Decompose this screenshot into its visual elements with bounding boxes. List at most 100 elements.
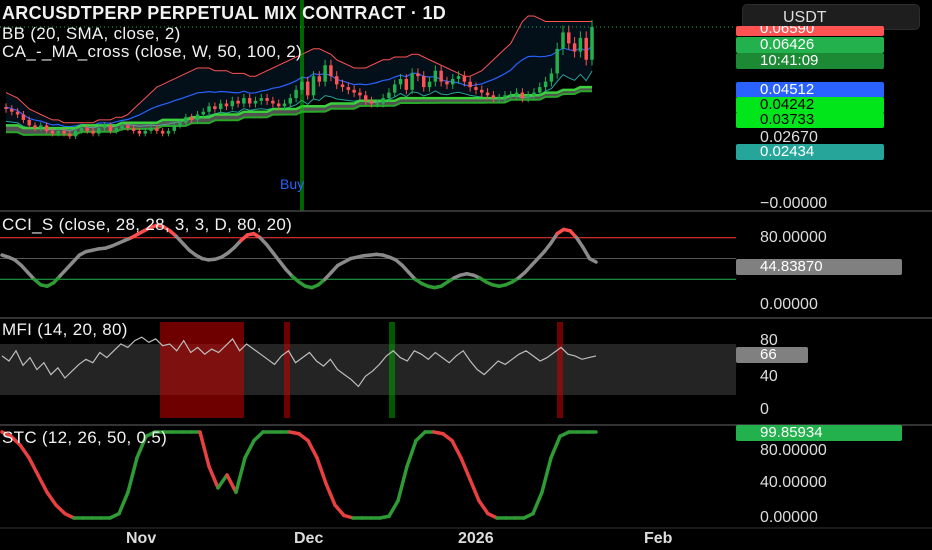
candle-body xyxy=(126,125,130,129)
stc-segment xyxy=(306,438,319,460)
stc-segment xyxy=(207,464,220,490)
stc-value-tag: 99.85934 xyxy=(736,425,902,441)
candle-body xyxy=(10,109,14,112)
candle-body xyxy=(79,128,84,131)
price-tag-high: 0.06590 xyxy=(736,26,884,36)
candle-body xyxy=(474,87,478,90)
mfi-legend[interactable]: MFI (14, 20, 80) xyxy=(2,320,128,339)
stc-segment xyxy=(315,456,328,486)
x-axis-dec: Dec xyxy=(294,530,324,547)
stc-segment xyxy=(225,473,238,494)
price-axis-zero: −0.00000 xyxy=(760,195,828,212)
stc-segment xyxy=(468,477,481,503)
candle-body xyxy=(15,111,20,115)
candle-body xyxy=(329,65,333,77)
candle-body xyxy=(584,37,588,60)
cci-value-tag: 44.83870 xyxy=(736,259,902,275)
candle-body xyxy=(398,78,403,85)
stc-axis-40: 40.00000 xyxy=(760,474,827,491)
mfi-axis-0: 0 xyxy=(760,401,769,418)
candle-body xyxy=(317,76,322,82)
candle-body xyxy=(509,95,513,97)
candle-body xyxy=(300,81,304,90)
candle-body xyxy=(427,81,432,88)
mfi-axis-40: 40 xyxy=(760,368,778,385)
candle-body xyxy=(421,76,426,88)
candle-body xyxy=(334,76,339,85)
candle-body xyxy=(73,130,78,137)
candle-body xyxy=(56,130,60,134)
candle-body xyxy=(91,130,95,134)
candle-body xyxy=(143,130,147,134)
stc-segment xyxy=(243,438,256,460)
candle-body xyxy=(172,125,177,131)
stc-segment xyxy=(216,473,229,490)
candle-body xyxy=(323,65,327,82)
x-axis-feb: Feb xyxy=(644,530,673,547)
candle-body xyxy=(491,95,496,99)
candle-body xyxy=(369,100,374,104)
candle-body xyxy=(520,92,525,99)
mfi-overbought-zone xyxy=(557,322,563,418)
ma-cross-legend[interactable]: CA_-_MA_cross (close, W, 50, 100, 2) xyxy=(2,42,302,61)
candle-body xyxy=(532,92,536,96)
stc-segment xyxy=(396,464,409,503)
x-axis-2026: 2026 xyxy=(458,530,494,547)
bb-legend[interactable]: BB (20, SMA, close, 2) xyxy=(2,24,181,43)
candle-body xyxy=(27,119,31,126)
price-tag-last: 0.06426 xyxy=(736,37,884,53)
stc-segment xyxy=(198,430,211,469)
candle-body xyxy=(572,43,577,52)
stc-segment xyxy=(540,456,553,494)
candle-body xyxy=(44,125,49,131)
candle-body xyxy=(33,125,37,129)
countdown-tag: 10:41:09 xyxy=(736,53,884,69)
candle-body xyxy=(480,89,484,93)
stc-segment xyxy=(387,499,400,519)
candle-body xyxy=(39,125,43,129)
cci-axis-0: 0.00000 xyxy=(760,296,818,313)
candle-body xyxy=(85,128,89,131)
candle-body xyxy=(224,103,229,107)
candle-body xyxy=(375,103,380,105)
mfi-overbought-zone xyxy=(284,322,290,418)
candle-body xyxy=(120,125,124,129)
candle-body xyxy=(538,87,542,93)
candle-body xyxy=(189,117,194,120)
stc-legend[interactable]: STC (12, 26, 50, 0.5) xyxy=(2,428,167,447)
candle-body xyxy=(468,81,472,88)
candle-body xyxy=(137,130,142,134)
stc-segment xyxy=(414,430,427,443)
candle-body xyxy=(242,98,246,104)
candle-body xyxy=(114,128,118,131)
stc-segment xyxy=(531,490,544,516)
price-tag-ma-slow: 0.03733 xyxy=(736,112,884,128)
candle-body xyxy=(184,117,188,123)
stc-segment xyxy=(54,503,67,516)
candle-body xyxy=(68,133,72,137)
candle-body xyxy=(555,48,559,74)
candle-body xyxy=(392,84,397,93)
candle-body xyxy=(381,98,385,104)
stc-segment xyxy=(450,438,463,460)
candle-body xyxy=(259,98,264,101)
stc-axis-80: 80.00000 xyxy=(760,442,827,459)
cci-legend[interactable]: CCI_S (close, 28, 28, 3, 3, D, 80, 20) xyxy=(2,215,292,234)
cci-pane[interactable] xyxy=(0,223,736,290)
candle-body xyxy=(503,95,507,99)
candle-body xyxy=(236,100,240,104)
candle-body xyxy=(445,81,449,85)
candle-body xyxy=(549,73,554,82)
candle-body xyxy=(497,98,501,100)
candle-body xyxy=(97,128,101,134)
stc-segment xyxy=(234,456,247,494)
candle-body xyxy=(404,78,409,90)
chart-title: ARCUSDTPERP PERPETUAL MIX CONTRACT · 1D xyxy=(2,3,447,23)
candle-body xyxy=(340,84,345,88)
candle-body xyxy=(4,107,8,109)
mfi-oversold-zone xyxy=(389,322,395,418)
stc-segment xyxy=(36,473,49,494)
mfi-overbought-zone xyxy=(160,322,244,418)
candle-body xyxy=(265,98,269,101)
cci-segment xyxy=(587,256,598,264)
